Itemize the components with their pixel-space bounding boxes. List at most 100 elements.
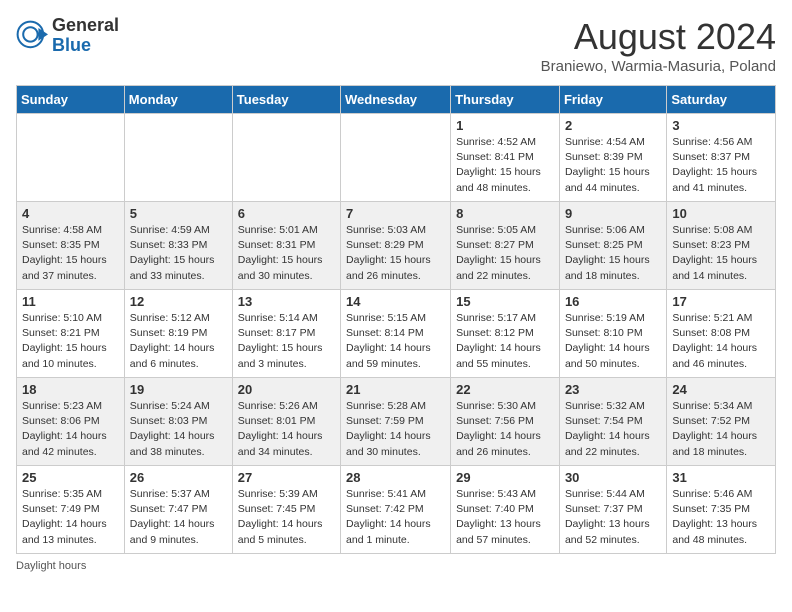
weekday-header-sunday: Sunday xyxy=(17,86,125,114)
calendar-cell: 20Sunrise: 5:26 AM Sunset: 8:01 PM Dayli… xyxy=(232,378,340,466)
day-number: 19 xyxy=(130,382,227,397)
day-info: Sunrise: 5:12 AM Sunset: 8:19 PM Dayligh… xyxy=(130,311,227,372)
day-info: Sunrise: 5:05 AM Sunset: 8:27 PM Dayligh… xyxy=(456,223,554,284)
day-info: Sunrise: 5:39 AM Sunset: 7:45 PM Dayligh… xyxy=(238,487,335,548)
weekday-header-saturday: Saturday xyxy=(667,86,776,114)
day-info: Sunrise: 5:15 AM Sunset: 8:14 PM Dayligh… xyxy=(346,311,445,372)
day-info: Sunrise: 5:24 AM Sunset: 8:03 PM Dayligh… xyxy=(130,399,227,460)
day-number: 2 xyxy=(565,118,661,133)
location: Braniewo, Warmia-Masuria, Poland xyxy=(541,58,776,75)
calendar-cell: 6 Sunrise: 5:01 AM Sunset: 8:31 PM Daylig… xyxy=(232,202,340,290)
page-header: General Blue August 2024 Braniewo, Warmi… xyxy=(16,16,776,75)
day-number: 16 xyxy=(565,294,661,309)
calendar-cell: 28 Sunrise: 5:41 AM Sunset: 7:42 PM Dayli… xyxy=(341,466,451,554)
month-year: August 2024 xyxy=(541,16,776,58)
day-info: Sunrise: 5:35 AM Sunset: 7:49 PM Dayligh… xyxy=(22,487,119,548)
day-info: Sunrise: 5:23 AM Sunset: 8:06 PM Dayligh… xyxy=(22,399,119,460)
day-number: 14 xyxy=(346,294,445,309)
day-number: 9 xyxy=(565,206,661,221)
calendar-cell: 3 Sunrise: 4:56 AM Sunset: 8:37 PM Daylig… xyxy=(667,114,776,202)
day-number: 6 xyxy=(238,206,335,221)
day-info: Sunrise: 5:28 AM Sunset: 7:59 PM Dayligh… xyxy=(346,399,445,460)
calendar-cell: 22 Sunrise: 5:30 AM Sunset: 7:56 PM Dayli… xyxy=(451,378,560,466)
day-info: Sunrise: 5:41 AM Sunset: 7:42 PM Dayligh… xyxy=(346,487,445,548)
day-number: 4 xyxy=(22,206,119,221)
calendar-cell: 15 Sunrise: 5:17 AM Sunset: 8:12 PM Dayli… xyxy=(451,290,560,378)
title-block: August 2024 Braniewo, Warmia-Masuria, Po… xyxy=(541,16,776,75)
day-info: Sunrise: 5:08 AM Sunset: 8:23 PM Dayligh… xyxy=(672,223,770,284)
day-number: 29 xyxy=(456,470,554,485)
calendar-cell: 17 Sunrise: 5:21 AM Sunset: 8:08 PM Dayli… xyxy=(667,290,776,378)
day-number: 3 xyxy=(672,118,770,133)
calendar-cell: 31Sunrise: 5:46 AM Sunset: 7:35 PM Dayli… xyxy=(667,466,776,554)
calendar-cell: 12 Sunrise: 5:12 AM Sunset: 8:19 PM Dayli… xyxy=(124,290,232,378)
day-number: 5 xyxy=(130,206,227,221)
logo: General Blue xyxy=(16,16,119,56)
day-number: 26 xyxy=(130,470,227,485)
day-info: Sunrise: 4:52 AM Sunset: 8:41 PM Dayligh… xyxy=(456,135,554,196)
calendar-cell: 18 Sunrise: 5:23 AM Sunset: 8:06 PM Dayli… xyxy=(17,378,125,466)
day-number: 11 xyxy=(22,294,119,309)
footer-note: Daylight hours xyxy=(16,560,776,572)
calendar-cell: 25 Sunrise: 5:35 AM Sunset: 7:49 PM Dayli… xyxy=(17,466,125,554)
day-number: 8 xyxy=(456,206,554,221)
day-info: Sunrise: 4:58 AM Sunset: 8:35 PM Dayligh… xyxy=(22,223,119,284)
day-info: Sunrise: 5:44 AM Sunset: 7:37 PM Dayligh… xyxy=(565,487,661,548)
calendar-cell: 30 Sunrise: 5:44 AM Sunset: 7:37 PM Dayli… xyxy=(559,466,666,554)
day-number: 10 xyxy=(672,206,770,221)
day-info: Sunrise: 5:26 AM Sunset: 8:01 PM Dayligh… xyxy=(238,399,335,460)
day-number: 22 xyxy=(456,382,554,397)
day-number: 17 xyxy=(672,294,770,309)
day-info: Sunrise: 5:34 AM Sunset: 7:52 PM Dayligh… xyxy=(672,399,770,460)
day-number: 1 xyxy=(456,118,554,133)
calendar-cell: 13 Sunrise: 5:14 AM Sunset: 8:17 PM Dayli… xyxy=(232,290,340,378)
weekday-header-tuesday: Tuesday xyxy=(232,86,340,114)
day-number: 12 xyxy=(130,294,227,309)
day-info: Sunrise: 5:03 AM Sunset: 8:29 PM Dayligh… xyxy=(346,223,445,284)
calendar-cell: 8 Sunrise: 5:05 AM Sunset: 8:27 PM Daylig… xyxy=(451,202,560,290)
calendar-cell xyxy=(232,114,340,202)
calendar-cell: 11 Sunrise: 5:10 AM Sunset: 8:21 PM Dayli… xyxy=(17,290,125,378)
day-info: Sunrise: 5:21 AM Sunset: 8:08 PM Dayligh… xyxy=(672,311,770,372)
calendar-cell xyxy=(341,114,451,202)
day-info: Sunrise: 5:14 AM Sunset: 8:17 PM Dayligh… xyxy=(238,311,335,372)
day-number: 31 xyxy=(672,470,770,485)
calendar-cell: 14 Sunrise: 5:15 AM Sunset: 8:14 PM Dayli… xyxy=(341,290,451,378)
logo-text: General Blue xyxy=(52,16,119,56)
day-number: 30 xyxy=(565,470,661,485)
calendar-cell: 19 Sunrise: 5:24 AM Sunset: 8:03 PM Dayli… xyxy=(124,378,232,466)
day-info: Sunrise: 4:56 AM Sunset: 8:37 PM Dayligh… xyxy=(672,135,770,196)
day-number: 28 xyxy=(346,470,445,485)
day-number: 7 xyxy=(346,206,445,221)
day-number: 18 xyxy=(22,382,119,397)
day-info: Sunrise: 5:10 AM Sunset: 8:21 PM Dayligh… xyxy=(22,311,119,372)
calendar-cell: 29Sunrise: 5:43 AM Sunset: 7:40 PM Dayli… xyxy=(451,466,560,554)
calendar-cell: 16 Sunrise: 5:19 AM Sunset: 8:10 PM Dayli… xyxy=(559,290,666,378)
weekday-header-monday: Monday xyxy=(124,86,232,114)
day-info: Sunrise: 4:59 AM Sunset: 8:33 PM Dayligh… xyxy=(130,223,227,284)
day-info: Sunrise: 5:19 AM Sunset: 8:10 PM Dayligh… xyxy=(565,311,661,372)
calendar-table: SundayMondayTuesdayWednesdayThursdayFrid… xyxy=(16,85,776,554)
day-number: 23 xyxy=(565,382,661,397)
day-info: Sunrise: 5:17 AM Sunset: 8:12 PM Dayligh… xyxy=(456,311,554,372)
logo-icon xyxy=(16,20,48,52)
weekday-header-thursday: Thursday xyxy=(451,86,560,114)
day-number: 25 xyxy=(22,470,119,485)
day-number: 24 xyxy=(672,382,770,397)
day-info: Sunrise: 5:01 AM Sunset: 8:31 PM Dayligh… xyxy=(238,223,335,284)
day-number: 15 xyxy=(456,294,554,309)
day-number: 13 xyxy=(238,294,335,309)
calendar-cell: 1 Sunrise: 4:52 AM Sunset: 8:41 PM Daylig… xyxy=(451,114,560,202)
day-info: Sunrise: 5:30 AM Sunset: 7:56 PM Dayligh… xyxy=(456,399,554,460)
calendar-cell: 10 Sunrise: 5:08 AM Sunset: 8:23 PM Dayli… xyxy=(667,202,776,290)
weekday-header-friday: Friday xyxy=(559,86,666,114)
calendar-cell: 4 Sunrise: 4:58 AM Sunset: 8:35 PM Daylig… xyxy=(17,202,125,290)
day-info: Sunrise: 5:06 AM Sunset: 8:25 PM Dayligh… xyxy=(565,223,661,284)
calendar-cell: 9 Sunrise: 5:06 AM Sunset: 8:25 PM Daylig… xyxy=(559,202,666,290)
day-number: 21 xyxy=(346,382,445,397)
calendar-cell: 23Sunrise: 5:32 AM Sunset: 7:54 PM Dayli… xyxy=(559,378,666,466)
calendar-cell: 24 Sunrise: 5:34 AM Sunset: 7:52 PM Dayli… xyxy=(667,378,776,466)
weekday-header-wednesday: Wednesday xyxy=(341,86,451,114)
calendar-cell: 2Sunrise: 4:54 AM Sunset: 8:39 PM Daylig… xyxy=(559,114,666,202)
calendar-cell xyxy=(17,114,125,202)
